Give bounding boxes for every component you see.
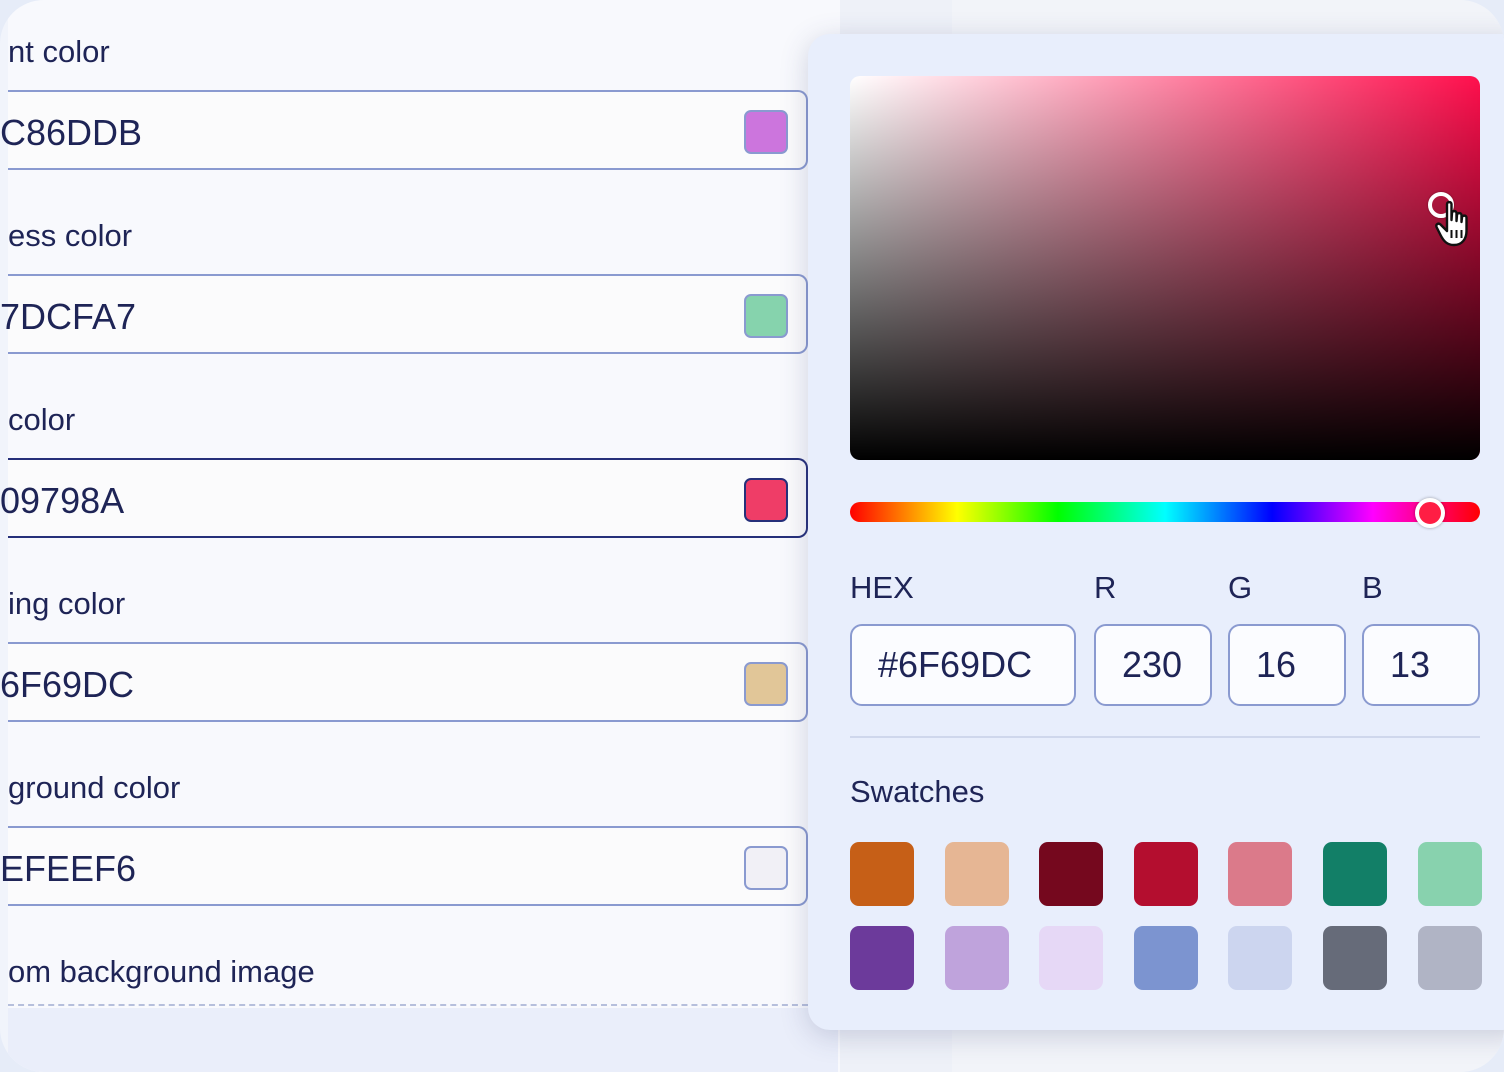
hex-label: HEX (850, 570, 914, 605)
b-input[interactable]: 13 (1362, 624, 1480, 706)
warning-color-value: 6F69DC (0, 664, 135, 705)
color-picker-popover: HEX R G B #6F69DC 230 16 13 Swatches (808, 34, 1504, 1030)
accent-color-input[interactable]: C86DDB (0, 90, 808, 170)
success-color-label: ess color (8, 218, 133, 253)
color-swatch[interactable] (1133, 926, 1198, 990)
hand-pointer-icon (1435, 200, 1468, 247)
color-swatch[interactable] (1039, 842, 1104, 906)
color-swatch[interactable] (1039, 926, 1104, 990)
warning-color-input[interactable]: 6F69DC (0, 642, 808, 722)
error-color-swatch[interactable] (744, 478, 788, 522)
g-input[interactable]: 16 (1228, 624, 1346, 706)
saturation-value-area[interactable] (850, 76, 1480, 460)
success-color-swatch[interactable] (744, 294, 788, 338)
warning-color-label: ing color (8, 586, 126, 621)
r-label: R (1094, 570, 1117, 605)
background-color-input[interactable]: EFEEF6 (0, 826, 808, 906)
accent-color-swatch[interactable] (744, 110, 788, 154)
color-swatch[interactable] (1323, 842, 1387, 906)
color-swatch[interactable] (1133, 842, 1198, 906)
success-color-value: 7DCFA7 (0, 296, 137, 337)
background-color-value: EFEEF6 (0, 848, 137, 889)
success-color-input[interactable]: 7DCFA7 (0, 274, 808, 354)
error-color-label: color (8, 402, 76, 437)
color-swatch[interactable] (1417, 842, 1482, 906)
color-swatch[interactable] (944, 926, 1009, 990)
color-swatch[interactable] (944, 842, 1009, 906)
r-input[interactable]: 230 (1094, 624, 1212, 706)
hue-slider[interactable] (850, 502, 1480, 522)
g-label: G (1228, 570, 1253, 605)
upload-area-strip (8, 1008, 838, 1072)
color-swatch[interactable] (850, 926, 914, 990)
color-swatch[interactable] (1417, 926, 1482, 990)
swatches-title: Swatches (850, 774, 985, 809)
error-color-value: 09798A (0, 480, 125, 521)
background-color-label: ground color (8, 770, 181, 805)
accent-color-value: C86DDB (0, 112, 143, 153)
color-swatch[interactable] (1228, 926, 1293, 990)
background-color-swatch[interactable] (744, 846, 788, 890)
image-dropzone[interactable] (8, 1004, 808, 1006)
color-swatch[interactable] (1228, 842, 1293, 906)
warning-color-swatch[interactable] (744, 662, 788, 706)
color-swatch[interactable] (1323, 926, 1387, 990)
app-frame: nt color C86DDB ess color 7DCFA7 color 0… (0, 0, 1504, 1072)
b-label: B (1362, 570, 1383, 605)
accent-color-label: nt color (8, 34, 110, 69)
hex-input[interactable]: #6F69DC (850, 624, 1076, 706)
error-color-input[interactable]: 09798A (0, 458, 808, 538)
hue-slider-handle[interactable] (1415, 498, 1445, 528)
color-swatch[interactable] (850, 842, 914, 906)
divider (850, 736, 1480, 738)
custom-background-image-label: om background image (8, 954, 315, 989)
